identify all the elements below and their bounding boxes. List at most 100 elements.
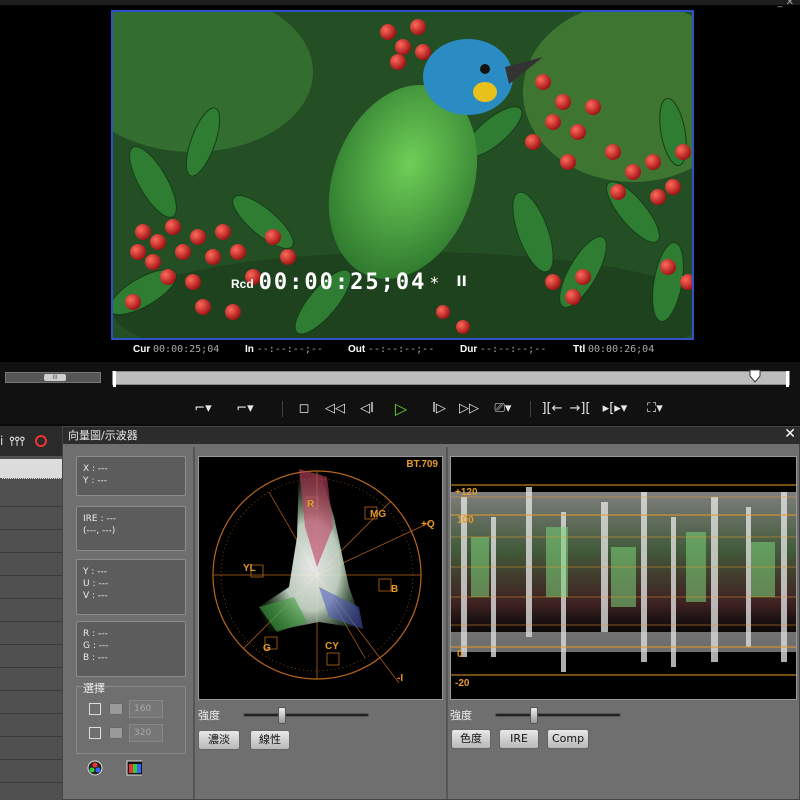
record-timecode: 00:00:25;04 — [258, 269, 427, 295]
track-row[interactable] — [0, 507, 62, 530]
shuttle-thumb[interactable]: III — [44, 374, 66, 381]
match-frame-button[interactable]: ▸[▸▾ — [598, 400, 632, 418]
close-button[interactable]: ✕ — [784, 426, 796, 442]
loop-button[interactable]: ⎚▾ — [490, 400, 516, 418]
current-timecode: Cur 00:00:25;04 — [133, 344, 220, 355]
timeline-head-text: i — [0, 434, 4, 448]
track-row[interactable] — [0, 530, 62, 553]
next-edit-button[interactable]: →][ — [568, 400, 592, 418]
wf-label-0: 0 — [457, 649, 463, 660]
target-yl-label: YL — [243, 563, 256, 574]
track-row[interactable] — [0, 714, 62, 737]
rewind-button[interactable]: ◁◁ — [322, 400, 348, 418]
track-row[interactable] — [0, 553, 62, 576]
mixer-icon[interactable]: ⫯⫯⫯ — [9, 434, 25, 449]
color-standard-label: BT.709 — [406, 459, 438, 470]
duration-timecode: Dur --:--:--;-- — [460, 344, 547, 355]
vectorscope-mode-icon[interactable] — [87, 760, 103, 776]
g-level: G : --- — [83, 641, 109, 651]
waveform-graph: +120 100 0 -20 — [451, 484, 796, 689]
vectorscope-intensity-slider[interactable] — [243, 707, 369, 724]
u-level: U : --- — [83, 579, 109, 589]
shuttle-slider[interactable]: III — [5, 372, 101, 383]
position-bar[interactable] — [112, 369, 790, 387]
mark-in-button[interactable]: ⌐▾ — [190, 400, 216, 418]
video-frame[interactable]: Rcd 00:00:25;04 * II — [111, 10, 694, 340]
v-level: V : --- — [83, 591, 108, 601]
axis-q-label: +Q — [421, 519, 435, 530]
stop-button[interactable]: ◻ — [296, 400, 312, 418]
track-row[interactable] — [0, 645, 62, 668]
chroma-button[interactable]: 色度 — [451, 729, 491, 749]
column-divider — [446, 447, 448, 799]
export-button[interactable]: ⛶▾ — [642, 400, 668, 418]
target-cy-label: CY — [325, 641, 339, 652]
r-level: R : --- — [83, 629, 108, 639]
window-controls[interactable]: _ ✕ — [777, 0, 794, 8]
ire-value: IRE : --- — [83, 514, 117, 524]
select-value-2[interactable]: 320 — [129, 724, 163, 742]
mark-out-button[interactable]: ⌐▾ — [232, 400, 258, 418]
track-row[interactable] — [0, 737, 62, 760]
ire-button[interactable]: IRE — [499, 729, 539, 749]
pause-indicator: II — [456, 274, 467, 290]
in-timecode: In --:--:--;-- — [245, 344, 323, 355]
resolution-icon — [109, 703, 123, 715]
rcd-label: Rcd — [231, 277, 254, 291]
waveform-intensity-slider[interactable] — [495, 707, 621, 724]
timeline-side-panel: i ⫯⫯⫯ — [0, 426, 62, 800]
x-value: X : --- — [83, 464, 108, 474]
prev-edit-button[interactable]: ][← — [540, 400, 564, 418]
waveform-intensity-thumb[interactable] — [529, 707, 538, 724]
waveform-display[interactable]: +120 100 0 -20 — [450, 456, 797, 700]
select-row: 160 — [89, 700, 163, 718]
track-row[interactable] — [0, 484, 62, 507]
select-checkbox-2[interactable] — [89, 727, 101, 739]
player-panel: _ ✕ Rcd 00:00:25;04 * II Cur 00:00:25;04… — [0, 0, 800, 362]
step-back-button[interactable]: ◁I — [356, 400, 378, 418]
track-row[interactable] — [0, 576, 62, 599]
y-level: Y : --- — [83, 567, 107, 577]
shading-button[interactable]: 濃淡 — [198, 730, 240, 750]
track-row[interactable] — [0, 668, 62, 691]
rgb-info-box: R : --- G : --- B : --- — [76, 621, 186, 677]
wf-label-100: 100 — [457, 515, 474, 526]
select-row: 320 — [89, 724, 163, 742]
linear-button[interactable]: 線性 — [250, 730, 290, 750]
track-row[interactable] — [0, 599, 62, 622]
yuv-info-box: Y : --- U : --- V : --- — [76, 559, 186, 615]
waveform-mode-icon[interactable] — [126, 760, 142, 776]
app-window: _ ✕ Rcd 00:00:25;04 * II Cur 00:00:25;04… — [0, 0, 800, 800]
target-b-label: B — [391, 584, 398, 595]
y-value: Y : --- — [83, 476, 107, 486]
track-row[interactable] — [0, 691, 62, 714]
color-wheel-icon[interactable] — [35, 435, 48, 447]
column-divider — [193, 447, 195, 799]
waveform-intensity-label: 強度 — [450, 709, 472, 722]
track-row[interactable] — [0, 622, 62, 645]
step-forward-button[interactable]: I▷ — [428, 400, 450, 418]
toolbar-separator — [282, 401, 283, 417]
position-bar-end — [786, 371, 789, 387]
wf-label-120: +120 — [455, 487, 478, 498]
vectorscope-display[interactable]: R MG B CY G YL +Q -I BT.709 — [198, 456, 443, 700]
dialog-title: 向量圖/示波器 — [63, 427, 800, 444]
axis-i-label: -I — [397, 673, 403, 684]
vectorscope-intensity-label: 強度 — [198, 709, 220, 722]
b-level: B : --- — [83, 653, 108, 663]
fast-forward-button[interactable]: ▷▷ — [456, 400, 482, 418]
toolbar-separator — [530, 401, 531, 417]
ire-info-box: IRE : --- (---, ---) — [76, 506, 186, 551]
select-checkbox-1[interactable] — [89, 703, 101, 715]
track-row[interactable] — [0, 760, 62, 783]
timecode-overlay: Rcd 00:00:25;04 * II — [231, 265, 616, 299]
play-button[interactable]: ▷ — [392, 400, 410, 418]
target-g-label: G — [263, 643, 271, 654]
vectorscope-intensity-thumb[interactable] — [277, 707, 286, 724]
timeline-ruler[interactable] — [0, 459, 62, 479]
comp-button[interactable]: Comp — [547, 729, 589, 749]
resolution-icon — [109, 727, 123, 739]
playhead-icon[interactable] — [749, 369, 761, 385]
top-strip — [0, 0, 800, 5]
select-value-1[interactable]: 160 — [129, 700, 163, 718]
